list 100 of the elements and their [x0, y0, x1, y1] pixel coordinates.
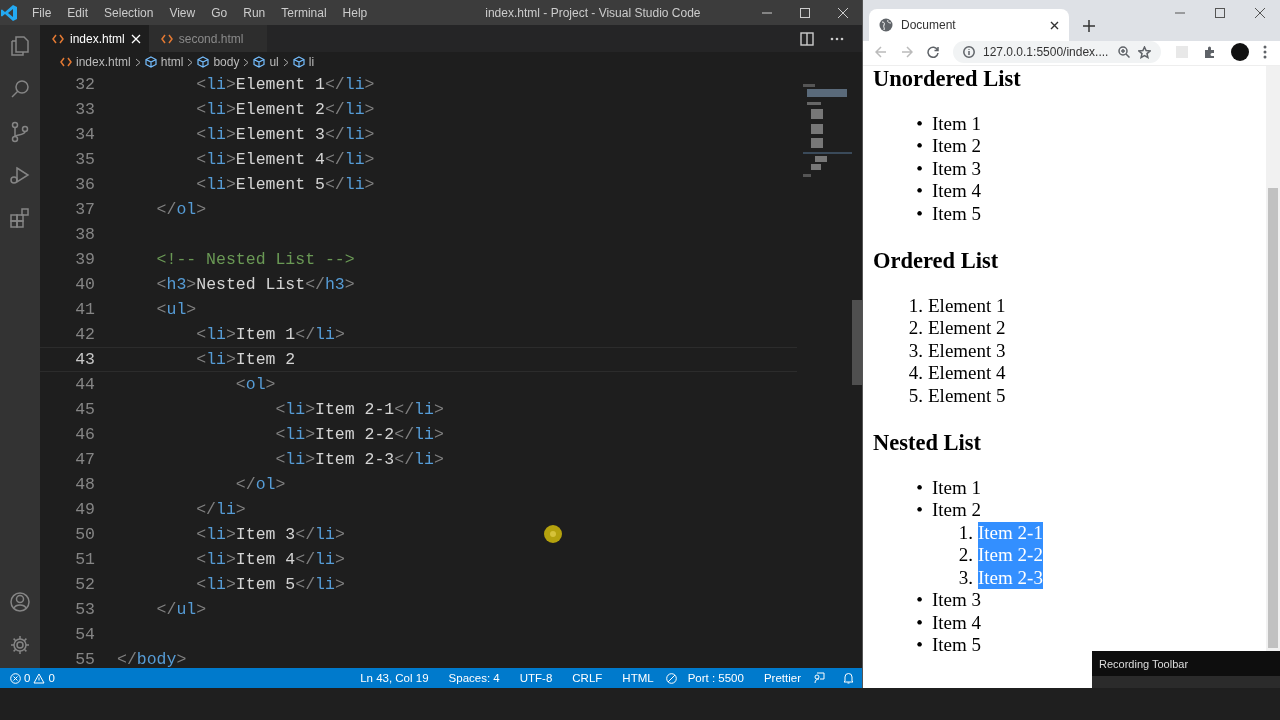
list-marker: •	[915, 157, 923, 181]
line-number: 35	[74, 149, 95, 171]
explorer-icon[interactable]	[9, 35, 31, 57]
chevron-right-icon[interactable]	[187, 57, 194, 67]
menu-item[interactable]: View	[161, 5, 204, 20]
list-item-text: Element 5	[928, 384, 1006, 408]
list-item-text: Item 5	[932, 633, 982, 657]
profile-avatar-icon[interactable]	[1231, 43, 1249, 61]
html-file-icon[interactable]	[160, 33, 173, 44]
editor-tab[interactable]: second.html	[148, 25, 268, 52]
info-icon[interactable]	[963, 46, 975, 58]
vscode-logo-icon[interactable]	[0, 3, 18, 22]
cube-icon[interactable]	[197, 56, 210, 68]
code-line: </ul>	[155, 599, 207, 621]
menu-item[interactable]: Run	[235, 5, 274, 20]
line-number: 39	[74, 249, 95, 271]
reload-icon[interactable]	[927, 46, 939, 58]
window-title: index.html - Project - Visual Studio Code	[485, 5, 702, 20]
warning-icon[interactable]	[33, 672, 46, 684]
list-item-text: Element 2	[928, 317, 1006, 340]
chevron-right-icon[interactable]	[134, 57, 141, 67]
breadcrumb-item[interactable]: index.html	[76, 55, 131, 69]
line-number: 55	[74, 649, 95, 668]
menu-item[interactable]: File	[24, 5, 60, 20]
scrollbar-thumb[interactable]	[852, 300, 862, 385]
bell-icon[interactable]	[843, 672, 854, 684]
section-heading: Unordered List	[873, 66, 1022, 92]
cube-icon[interactable]	[144, 56, 157, 68]
list-item-text: Item 5	[932, 202, 982, 226]
scrollbar-thumb[interactable]	[1268, 188, 1278, 648]
code-line: <li>Item 2-1</li>	[274, 399, 444, 421]
line-number: 42	[74, 324, 95, 346]
globe-icon[interactable]	[879, 18, 893, 32]
list-marker: 1.	[957, 521, 973, 545]
menu-item[interactable]: Selection	[96, 5, 162, 20]
source-control-icon[interactable]	[9, 121, 31, 143]
extensions-icon[interactable]	[9, 207, 31, 229]
menu-item[interactable]: Help	[334, 5, 376, 20]
line-number: 50	[74, 524, 95, 546]
new-tab-icon[interactable]	[1083, 20, 1095, 32]
line-number: 32	[74, 74, 95, 96]
line-number: 46	[74, 424, 95, 446]
code-line: <ol>	[234, 374, 276, 396]
html-file-icon[interactable]	[60, 57, 72, 67]
line-number: 40	[74, 274, 95, 296]
breadcrumb-item[interactable]: body	[213, 55, 240, 69]
settings-icon[interactable]	[9, 634, 31, 656]
menu-item[interactable]: Edit	[59, 5, 97, 20]
list-marker: 5.	[907, 384, 923, 408]
cube-icon[interactable]	[292, 56, 305, 68]
html-file-icon[interactable]	[52, 33, 64, 44]
status-item[interactable]: UTF-8	[511, 672, 561, 684]
status-item[interactable]: HTML	[614, 672, 662, 684]
close-icon[interactable]	[1050, 20, 1059, 30]
menu-icon[interactable]	[1263, 45, 1267, 59]
line-number: 33	[74, 99, 95, 121]
list-marker: •	[915, 633, 923, 657]
menu-item[interactable]: Go	[203, 5, 236, 20]
puzzle-icon[interactable]	[1203, 45, 1217, 59]
formatter-status[interactable]: Prettier	[755, 672, 809, 684]
address-bar[interactable]: 127.0.0.1:5500/index....	[953, 41, 1161, 63]
status-item[interactable]: Ln 43, Col 19	[352, 672, 437, 684]
account-icon[interactable]	[9, 591, 31, 613]
list-marker: •	[915, 180, 923, 203]
line-number: 48	[74, 474, 95, 496]
list-item-text: Element 4	[928, 362, 1006, 385]
run-debug-icon[interactable]	[9, 164, 31, 186]
chevron-right-icon[interactable]	[243, 57, 250, 67]
code-line: <li>Item 2	[195, 349, 296, 371]
error-icon[interactable]	[10, 672, 21, 684]
star-icon[interactable]	[1138, 45, 1151, 59]
list-marker: 1.	[907, 295, 923, 318]
menu-item[interactable]: Terminal	[273, 5, 335, 20]
warning-count[interactable]: 0	[48, 672, 55, 684]
status-item[interactable]: CRLF	[564, 672, 611, 684]
editor-tab[interactable]: index.html	[40, 25, 149, 52]
chevron-right-icon[interactable]	[282, 57, 289, 67]
live-server-port[interactable]: Port : 5500	[679, 672, 752, 684]
code-line: <li>Item 1</li>	[195, 324, 345, 346]
port-icon[interactable]	[665, 672, 677, 684]
line-number: 52	[74, 574, 95, 596]
browser-tab[interactable]: Document	[869, 9, 1069, 41]
search-icon[interactable]	[9, 78, 31, 100]
cube-icon[interactable]	[253, 56, 266, 68]
split-editor-icon[interactable]	[800, 31, 814, 46]
code-line: <!-- Nested List -->	[155, 249, 355, 271]
status-item[interactable]: Spaces: 4	[440, 672, 508, 684]
breadcrumb-item[interactable]: html	[160, 55, 184, 69]
code-line: <li>Element 5</li>	[195, 174, 375, 196]
list-marker: •	[915, 589, 923, 612]
section-heading: Ordered List	[873, 248, 1000, 275]
feedback-icon[interactable]	[813, 672, 825, 684]
maximize-icon[interactable]	[1215, 8, 1225, 18]
breadcrumb-item[interactable]: ul	[269, 55, 279, 69]
list-marker: •	[915, 611, 923, 634]
more-actions-icon[interactable]	[830, 36, 844, 41]
zoom-icon[interactable]	[1118, 46, 1130, 58]
breadcrumb-item[interactable]: li	[308, 55, 315, 69]
list-marker: •	[915, 202, 923, 226]
error-count[interactable]: 0	[24, 672, 31, 684]
